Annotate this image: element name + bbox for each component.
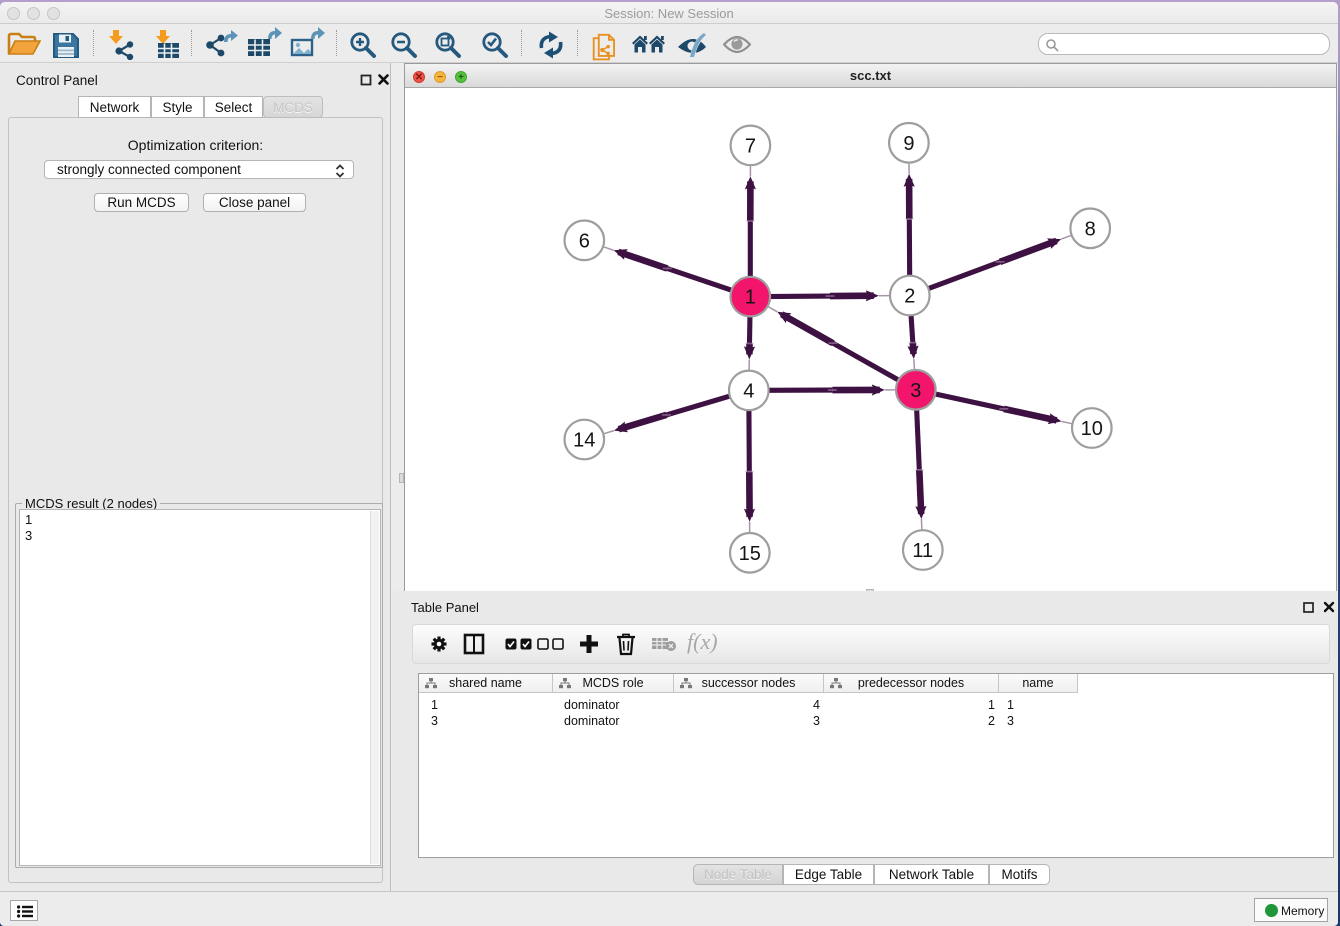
svg-text:10: 10 xyxy=(1081,418,1103,440)
svg-text:11: 11 xyxy=(912,540,933,562)
svg-text:6: 6 xyxy=(579,230,590,252)
svg-text:15: 15 xyxy=(739,543,761,565)
svg-text:3: 3 xyxy=(910,380,921,402)
svg-text:8: 8 xyxy=(1085,218,1096,240)
svg-text:2: 2 xyxy=(904,286,915,308)
svg-text:7: 7 xyxy=(745,135,756,157)
svg-text:14: 14 xyxy=(573,430,595,452)
svg-text:4: 4 xyxy=(743,380,754,402)
svg-text:1: 1 xyxy=(745,287,756,309)
svg-text:9: 9 xyxy=(903,133,914,155)
